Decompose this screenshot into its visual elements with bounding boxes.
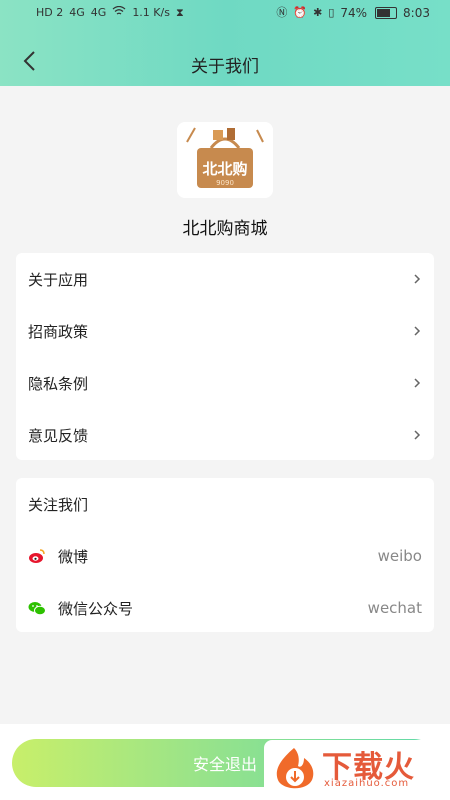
menu-item-label: 意见反馈 (28, 426, 89, 445)
wifi-icon (112, 5, 126, 20)
status-bar: HD 2 4G 4G 1.1 K/s ⧗ Ⓝ ⏰ ✱ ▯ 74% 8:03 (0, 0, 450, 28)
signal-icon: 4G (69, 6, 85, 19)
hourglass-icon: ⧗ (175, 6, 184, 19)
battery-icon (375, 7, 398, 19)
watermark-sub: xiazaihuo.com (324, 778, 410, 789)
flame-icon (276, 748, 314, 789)
menu-item-label: 招商政策 (28, 322, 89, 341)
follow-title: 关注我们 (28, 495, 89, 514)
chevron-right-icon (414, 378, 421, 388)
follow-item-value: weibo (377, 547, 422, 565)
menu-item-label: 隐私条例 (28, 374, 89, 393)
chevron-right-icon (414, 326, 421, 336)
follow-item-weibo[interactable]: 微博 weibo (16, 530, 434, 582)
vibrate-icon: ▯ (328, 6, 335, 19)
alarm-icon: ⏰ (293, 6, 308, 19)
network-speed: 1.1 K/s (132, 6, 170, 19)
app-name: 北北购商城 (182, 219, 268, 239)
menu-item-business-policy[interactable]: 招商政策 (16, 305, 434, 357)
menu-item-about-app[interactable]: 关于应用 (16, 253, 434, 305)
nav-bar: 关于我们 (0, 40, 450, 86)
watermark: 下载火 xiazaihuo.com (264, 740, 444, 798)
bluetooth-icon: ✱ (313, 6, 323, 19)
status-right: Ⓝ ⏰ ✱ ▯ 74% 8:03 (276, 6, 430, 20)
follow-item-wechat[interactable]: 微信公众号 wechat (16, 582, 434, 634)
follow-item-label: 微博 (58, 547, 89, 566)
chevron-right-icon (414, 274, 421, 284)
menu-card: 关于应用 招商政策 隐私条例 意见反馈 (16, 253, 434, 460)
menu-item-label: 关于应用 (28, 270, 89, 289)
signal-icon: 4G (90, 6, 107, 19)
menu-item-privacy[interactable]: 隐私条例 (16, 357, 434, 409)
logo-text: 北北购 (202, 160, 247, 178)
weibo-icon (29, 549, 45, 563)
nfc-icon: Ⓝ (276, 6, 288, 19)
wechat-icon (28, 602, 46, 616)
battery-percent: 74% (340, 6, 368, 20)
page-title: 关于我们 (191, 57, 259, 77)
hd-icon: HD 2 (36, 6, 64, 19)
status-left: HD 2 4G 4G 1.1 K/s ⧗ (36, 5, 184, 20)
app-logo: 北北购 9090 (177, 122, 273, 198)
chevron-right-icon (414, 430, 421, 440)
logo-sub: 9090 (216, 179, 234, 187)
follow-item-value: wechat (367, 599, 422, 617)
follow-card: 关注我们 微博 weibo 微信公众号 wechat (16, 478, 434, 632)
clock: 8:03 (403, 6, 430, 20)
menu-item-feedback[interactable]: 意见反馈 (16, 409, 434, 461)
follow-item-label: 微信公众号 (58, 599, 134, 618)
header: HD 2 4G 4G 1.1 K/s ⧗ Ⓝ ⏰ ✱ ▯ 74% 8:03 关于… (0, 0, 450, 86)
